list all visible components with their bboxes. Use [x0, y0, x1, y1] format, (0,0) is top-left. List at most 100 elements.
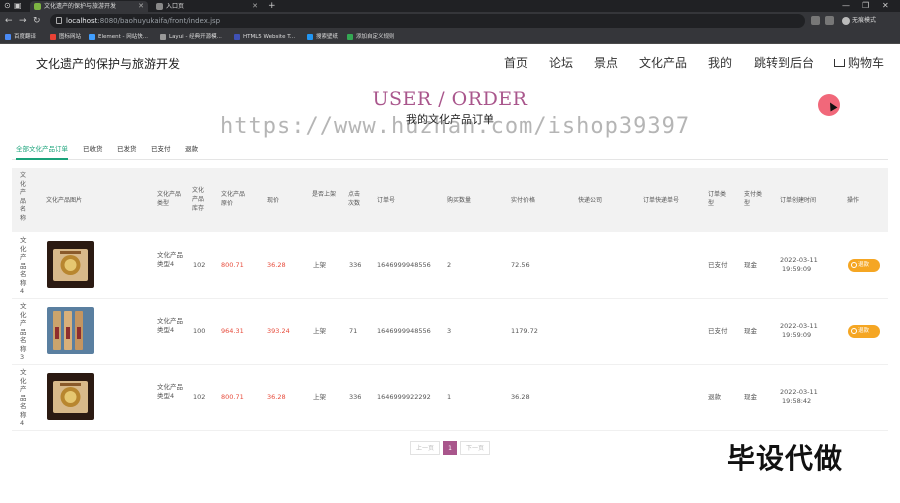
window-close-button[interactable]: ✕ — [882, 0, 889, 12]
browser-menu-icon[interactable]: ⊙ — [4, 0, 11, 12]
reload-icon[interactable]: ↻ — [33, 14, 41, 28]
bookmark-label: 搜索壁纸 — [316, 34, 339, 40]
on-shelf: 上架 — [313, 261, 326, 269]
order-status: 退款 — [708, 393, 721, 401]
product-thumbnail[interactable] — [47, 307, 94, 354]
col-header: 文化产品类型 — [157, 191, 182, 207]
browser-tabbar: ⊙ ▣ 文化遗产的保护与旅游开发 ✕ 入口页 ✕ + — ❐ ✕ — [0, 0, 900, 12]
col-header: 文化产品原价 — [221, 191, 246, 207]
bookmark-item[interactable]: 搜索壁纸 — [307, 30, 338, 44]
product-type: 文化产品类型4 — [157, 317, 183, 334]
bookmark-favicon-icon — [234, 34, 240, 40]
nav-forum[interactable]: 论坛 — [549, 54, 573, 72]
nav-scenic[interactable]: 景点 — [594, 54, 618, 72]
bookmark-item[interactable]: 百度翻译 — [5, 30, 36, 44]
tab-search-icon[interactable]: ▣ — [14, 0, 22, 12]
col-header: 快递公司 — [578, 197, 603, 204]
bookmark-item[interactable]: Layui - 经典开源模... — [160, 30, 222, 44]
product-name: 文化产品名称4 — [20, 368, 27, 427]
incognito-profile[interactable]: 无痕模式 — [842, 15, 876, 27]
browser-toolbar: ← → ↻ localhost:8080/baohuyukaifa/front/… — [0, 12, 900, 30]
bookmark-item[interactable]: 添加自定义规则 — [347, 30, 395, 44]
back-icon[interactable]: ← — [5, 14, 13, 28]
order-date: 2022-03-11 — [780, 322, 818, 330]
pay-type: 现金 — [744, 261, 757, 269]
url-path: :8080/baohuyukaifa/front/index.jsp — [97, 17, 221, 25]
nav-mine[interactable]: 我的 — [708, 54, 732, 72]
pay-type: 现金 — [744, 327, 757, 335]
tab-all-orders[interactable]: 全部文化产品订单 — [16, 142, 68, 160]
medal-image-icon — [47, 241, 94, 288]
next-page-button[interactable]: 下一页 — [460, 441, 490, 455]
product-name: 文化产品名称3 — [20, 302, 27, 361]
order-number: 1646999922292 — [377, 393, 431, 401]
browser-tab-title: 文化遗产的保护与旅游开发 — [44, 3, 117, 10]
site-info-icon[interactable] — [56, 17, 62, 24]
refund-icon — [851, 262, 857, 268]
product-thumbnail[interactable] — [47, 373, 94, 420]
bookmark-label: Layui - 经典开源模... — [169, 34, 222, 40]
bookmark-favicon-icon — [50, 34, 56, 40]
nav-cart[interactable]: 购物车 — [834, 54, 884, 72]
bookmark-star-icon[interactable] — [825, 16, 834, 25]
browser-tab-inactive[interactable]: 入口页 ✕ — [152, 1, 262, 12]
bookmark-label: 百度翻译 — [14, 34, 37, 40]
new-tab-button[interactable]: + — [268, 0, 276, 12]
refund-button[interactable]: 退款 — [848, 259, 880, 272]
address-bar[interactable]: localhost:8080/baohuyukaifa/front/index.… — [50, 14, 805, 28]
click-count: 71 — [349, 327, 358, 335]
page-1-button[interactable]: 1 — [443, 441, 457, 455]
original-price: 800.71 — [221, 261, 244, 269]
product-thumbnail[interactable] — [47, 241, 94, 288]
translate-icon[interactable] — [811, 16, 820, 25]
paid-amount: 72.56 — [511, 261, 530, 269]
quantity: 1 — [447, 393, 452, 401]
url-text: localhost:8080/baohuyukaifa/front/index.… — [66, 14, 220, 28]
order-time: 19:59:09 — [782, 265, 812, 273]
nav-home[interactable]: 首页 — [504, 54, 528, 72]
tab-shipped[interactable]: 已发货 — [117, 142, 137, 160]
bookmark-favicon-icon — [89, 34, 95, 40]
refund-icon — [851, 328, 857, 334]
bookmark-label: 图标网站 — [59, 34, 82, 40]
prev-page-button[interactable]: 上一页 — [410, 441, 440, 455]
col-header: 支付类型 — [744, 191, 763, 207]
paid-amount: 1179.72 — [511, 327, 538, 335]
col-header: 是否上架 — [312, 191, 337, 198]
maximize-button[interactable]: ❐ — [862, 0, 869, 12]
nav-admin[interactable]: 跳转到后台 — [754, 54, 814, 72]
order-date: 2022-03-11 — [780, 388, 818, 396]
table-header: 文化产品名称 文化产品图片 文化产品类型 文化产品库存 文化产品原价 现价 是否… — [12, 168, 888, 232]
pay-type: 现金 — [744, 393, 757, 401]
order-tabs: 全部文化产品订单 已收货 已发货 已支付 退款 — [12, 142, 888, 160]
current-price: 36.28 — [267, 261, 286, 269]
bookmark-item[interactable]: 图标网站 — [50, 30, 81, 44]
refund-label: 退款 — [858, 328, 870, 334]
browser-tab-active[interactable]: 文化遗产的保护与旅游开发 ✕ — [30, 1, 148, 12]
col-header: 订单号 — [377, 197, 396, 204]
hero-title: USER / ORDER — [372, 88, 528, 110]
bookmark-item[interactable]: HTML5 Website T... — [234, 30, 295, 44]
table-row: 文化产品名称4 文化产品类型4 102 800.71 36.28 上架 336 … — [12, 365, 888, 431]
bookmark-label: Element - 网站快... — [98, 34, 148, 40]
tab-received[interactable]: 已收货 — [83, 142, 103, 160]
col-header: 现价 — [267, 197, 280, 204]
col-header: 订单创建时间 — [780, 197, 817, 204]
profile-label: 无痕模式 — [852, 17, 877, 24]
minimize-button[interactable]: — — [842, 0, 850, 12]
cart-icon — [834, 58, 845, 67]
refund-button[interactable]: 退款 — [848, 325, 880, 338]
close-icon[interactable]: ✕ — [252, 1, 258, 12]
bookmarks-image-icon — [47, 307, 94, 354]
tab-refund[interactable]: 退款 — [185, 142, 198, 160]
order-status: 已支付 — [708, 261, 728, 269]
click-count: 336 — [349, 393, 362, 401]
close-icon[interactable]: ✕ — [138, 1, 144, 12]
page: 文化遗产的保护与旅游开发 首页 论坛 景点 文化产品 我的 跳转到后台 购物车 … — [0, 44, 900, 503]
col-header: 订单快递单号 — [643, 197, 680, 204]
browser-chrome: ⊙ ▣ 文化遗产的保护与旅游开发 ✕ 入口页 ✕ + — ❐ ✕ ← → ↻ l… — [0, 0, 900, 44]
bookmark-item[interactable]: Element - 网站快... — [89, 30, 148, 44]
nav-products[interactable]: 文化产品 — [639, 54, 687, 72]
forward-icon[interactable]: → — [19, 14, 27, 28]
tab-paid[interactable]: 已支付 — [151, 142, 171, 160]
